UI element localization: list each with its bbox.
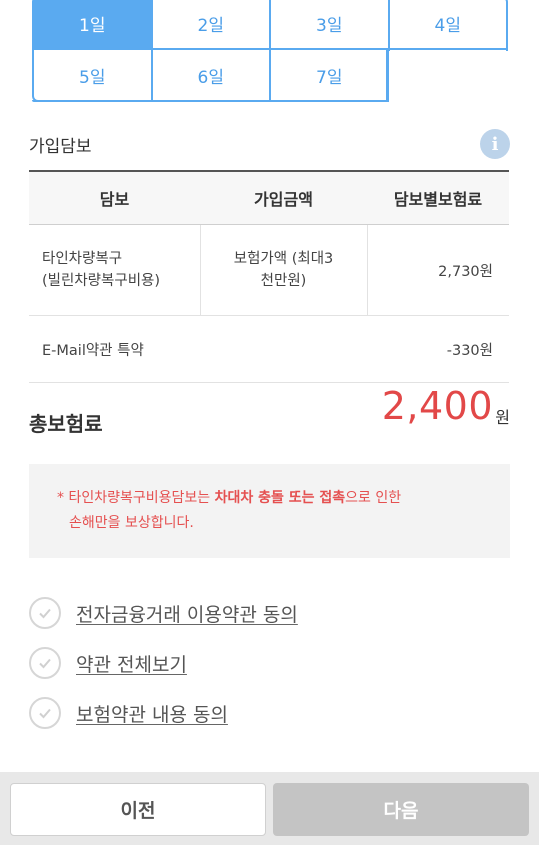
coverage-notice: * 타인차량복구비용담보는 차대차 충돌 또는 접촉으로 인한 손해만을 보상합… <box>29 464 510 558</box>
coverage-amount-sub: 천만원) <box>260 273 307 289</box>
next-button[interactable]: 다음 <box>273 783 529 836</box>
coverage-name: E-Mail약관 특약 <box>29 315 367 383</box>
check-icon[interactable] <box>29 647 61 679</box>
day-grid-blank-mask <box>389 51 511 104</box>
coverage-name-cell: 타인차량복구 (빌린차량복구비용) <box>29 224 200 316</box>
table-row: E-Mail약관 특약 -330원 <box>29 315 509 383</box>
table-row: 타인차량복구 (빌린차량복구비용) 보험가액 (최대3 천만원) 2,730원 <box>29 224 509 316</box>
coverage-amount: 보험가액 (최대3 <box>233 251 334 267</box>
agree-label[interactable]: 약관 전체보기 <box>76 650 187 677</box>
check-icon[interactable] <box>29 597 61 629</box>
agree-label[interactable]: 보험약관 내용 동의 <box>76 700 228 727</box>
day-option-6[interactable]: 6일 <box>152 50 269 100</box>
agree-label[interactable]: 전자금융거래 이용약관 동의 <box>76 600 298 627</box>
notice-highlight: 차대차 충돌 또는 접촉 <box>214 490 346 506</box>
table-header-row: 담보 가입금액 담보별보험료 <box>29 170 509 225</box>
notice-suffix: 으로 인한 <box>345 490 402 506</box>
view-all-terms[interactable]: 약관 전체보기 <box>29 647 187 679</box>
notice-prefix: * 타인차량복구비용담보는 <box>57 490 215 506</box>
header-premium: 담보별보험료 <box>367 170 509 225</box>
day-option-4[interactable]: 4일 <box>389 0 506 48</box>
total-premium-label: 총보험료 <box>29 412 103 436</box>
coverage-name: 타인차량복구 <box>42 251 123 267</box>
coverage-table: 담보 가입금액 담보별보험료 타인차량복구 (빌린차량복구비용) 보험가액 (최… <box>29 170 509 383</box>
header-coverage: 담보 <box>29 170 200 225</box>
coverage-premium-discount: -330원 <box>367 315 509 383</box>
notice-line2: 손해만을 보상합니다. <box>69 515 194 531</box>
day-grid-edge <box>386 49 388 102</box>
coverage-premium: 2,730원 <box>367 224 509 316</box>
coverage-name-sub: (빌린차량복구비용) <box>42 273 161 289</box>
day-option-7[interactable]: 7일 <box>271 50 388 100</box>
coverage-amount-cell: 보험가액 (최대3 천만원) <box>199 224 368 316</box>
day-option-5[interactable]: 5일 <box>34 50 151 100</box>
day-grid-edge-bottom <box>32 100 388 102</box>
day-option-1[interactable]: 1일 <box>34 0 151 48</box>
bottom-action-bar: 이전 다음 <box>0 772 539 845</box>
day-option-2[interactable]: 2일 <box>152 0 269 48</box>
day-option-3[interactable]: 3일 <box>271 0 388 48</box>
header-amount: 가입금액 <box>200 170 367 225</box>
total-premium-unit: 원 <box>495 408 510 427</box>
total-premium-amount: 2,400 <box>381 384 493 428</box>
check-icon[interactable] <box>29 697 61 729</box>
info-icon[interactable]: i <box>480 129 510 159</box>
agree-electronic-finance[interactable]: 전자금융거래 이용약관 동의 <box>29 597 298 629</box>
prev-button[interactable]: 이전 <box>10 783 266 836</box>
agree-insurance-terms[interactable]: 보험약관 내용 동의 <box>29 697 228 729</box>
coverage-title: 가입담보 <box>29 137 92 157</box>
